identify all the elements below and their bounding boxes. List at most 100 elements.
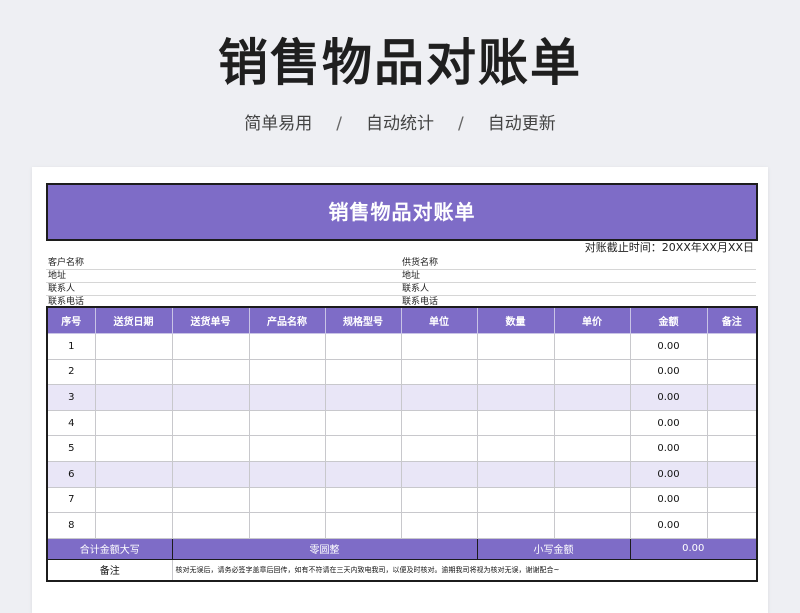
cell-unit[interactable] xyxy=(400,333,478,360)
cell-unit[interactable] xyxy=(400,384,478,411)
cell-remark[interactable] xyxy=(706,512,758,539)
cell-date[interactable] xyxy=(94,435,173,462)
cell-spec[interactable] xyxy=(324,512,402,539)
cell-amount[interactable]: 0.00 xyxy=(629,460,708,488)
cell-index[interactable]: 8 xyxy=(46,512,96,539)
cell-amount[interactable]: 0.00 xyxy=(629,435,708,462)
cell-amount[interactable]: 0.00 xyxy=(629,486,708,514)
cell-remark[interactable] xyxy=(706,460,758,488)
cell-unit[interactable] xyxy=(400,460,478,488)
cell-amount[interactable]: 0.00 xyxy=(629,512,708,539)
table-row: 3 0.00 xyxy=(46,384,758,411)
cell-product[interactable] xyxy=(248,333,326,360)
cell-price[interactable] xyxy=(553,384,631,411)
total-lower-value[interactable]: 0.00 xyxy=(629,537,758,560)
supplier-contact-label: 联系人 xyxy=(402,284,430,294)
cell-spec[interactable] xyxy=(324,460,402,488)
total-upper-value[interactable]: 零圆整 xyxy=(171,537,478,560)
cell-product[interactable] xyxy=(248,486,326,514)
cell-index[interactable]: 2 xyxy=(46,358,96,386)
cell-remark[interactable] xyxy=(706,358,758,386)
cell-index[interactable]: 7 xyxy=(46,486,96,514)
tag-auto-stat: 自动统计 xyxy=(366,114,434,134)
cell-date[interactable] xyxy=(94,333,173,360)
supplier-name-label: 供货名称 xyxy=(402,258,439,268)
cell-order-no[interactable] xyxy=(171,409,250,437)
table-header-row: 序号 送货日期 送货单号 产品名称 规格型号 单位 数量 单价 金额 备注 xyxy=(46,306,758,334)
cell-qty[interactable] xyxy=(476,486,555,514)
cell-index[interactable]: 5 xyxy=(46,435,96,462)
cell-order-no[interactable] xyxy=(171,384,250,411)
cell-qty[interactable] xyxy=(476,512,555,539)
cell-remark[interactable] xyxy=(706,384,758,411)
cell-index[interactable]: 3 xyxy=(46,384,96,411)
cell-spec[interactable] xyxy=(324,384,402,411)
cell-spec[interactable] xyxy=(324,358,402,386)
cell-remark[interactable] xyxy=(706,409,758,437)
cell-unit[interactable] xyxy=(400,435,478,462)
cell-price[interactable] xyxy=(553,358,631,386)
cell-unit[interactable] xyxy=(400,409,478,437)
cell-amount[interactable]: 0.00 xyxy=(629,409,708,437)
cell-order-no[interactable] xyxy=(171,512,250,539)
customer-contact-label: 联系人 xyxy=(48,284,76,294)
customer-address-label: 地址 xyxy=(48,271,67,281)
cell-qty[interactable] xyxy=(476,409,555,437)
table-row: 7 0.00 xyxy=(46,486,758,514)
col-header-amount: 金额 xyxy=(629,306,708,334)
cell-price[interactable] xyxy=(553,333,631,360)
cell-unit[interactable] xyxy=(400,358,478,386)
cell-qty[interactable] xyxy=(476,435,555,462)
cell-product[interactable] xyxy=(248,384,326,411)
cell-index[interactable]: 1 xyxy=(46,333,96,360)
cell-date[interactable] xyxy=(94,512,173,539)
cell-date[interactable] xyxy=(94,486,173,514)
cell-spec[interactable] xyxy=(324,435,402,462)
cell-product[interactable] xyxy=(248,358,326,386)
cell-qty[interactable] xyxy=(476,384,555,411)
cell-price[interactable] xyxy=(553,486,631,514)
customer-name-label: 客户名称 xyxy=(48,258,85,268)
cell-date[interactable] xyxy=(94,358,173,386)
cell-remark[interactable] xyxy=(706,333,758,360)
cell-order-no[interactable] xyxy=(171,460,250,488)
cell-index[interactable]: 6 xyxy=(46,460,96,488)
cell-price[interactable] xyxy=(553,512,631,539)
cell-spec[interactable] xyxy=(324,486,402,514)
cell-date[interactable] xyxy=(94,409,173,437)
col-header-unit: 单位 xyxy=(400,306,478,334)
cell-qty[interactable] xyxy=(476,460,555,488)
cell-order-no[interactable] xyxy=(171,435,250,462)
cell-order-no[interactable] xyxy=(171,333,250,360)
cell-qty[interactable] xyxy=(476,333,555,360)
cell-price[interactable] xyxy=(553,409,631,437)
cell-unit[interactable] xyxy=(400,512,478,539)
cell-amount[interactable]: 0.00 xyxy=(629,384,708,411)
cell-order-no[interactable] xyxy=(171,358,250,386)
cell-index[interactable]: 4 xyxy=(46,409,96,437)
cell-date[interactable] xyxy=(94,384,173,411)
cell-price[interactable] xyxy=(553,435,631,462)
cell-spec[interactable] xyxy=(324,409,402,437)
cell-product[interactable] xyxy=(248,512,326,539)
note-text[interactable]: 核对无误后，请务必签字盖章后回传，如有不符请在三天内致电我司，以便及时核对。逾期… xyxy=(171,558,758,582)
table-row: 6 0.00 xyxy=(46,460,758,488)
page-title: 销售物品对账单 xyxy=(218,34,582,92)
cell-product[interactable] xyxy=(248,409,326,437)
cell-remark[interactable] xyxy=(706,486,758,514)
col-header-date: 送货日期 xyxy=(94,306,173,334)
total-lower-label: 小写金额 xyxy=(476,537,631,560)
cell-amount[interactable]: 0.00 xyxy=(629,333,708,360)
table-row: 2 0.00 xyxy=(46,358,758,386)
cell-price[interactable] xyxy=(553,460,631,488)
cell-amount[interactable]: 0.00 xyxy=(629,358,708,386)
cell-qty[interactable] xyxy=(476,358,555,386)
statement-table: 序号 送货日期 送货单号 产品名称 规格型号 单位 数量 单价 金额 备注 1 … xyxy=(46,306,758,582)
cell-order-no[interactable] xyxy=(171,486,250,514)
cell-spec[interactable] xyxy=(324,333,402,360)
cell-product[interactable] xyxy=(248,460,326,488)
cell-unit[interactable] xyxy=(400,486,478,514)
cell-date[interactable] xyxy=(94,460,173,488)
cell-remark[interactable] xyxy=(706,435,758,462)
cell-product[interactable] xyxy=(248,435,326,462)
